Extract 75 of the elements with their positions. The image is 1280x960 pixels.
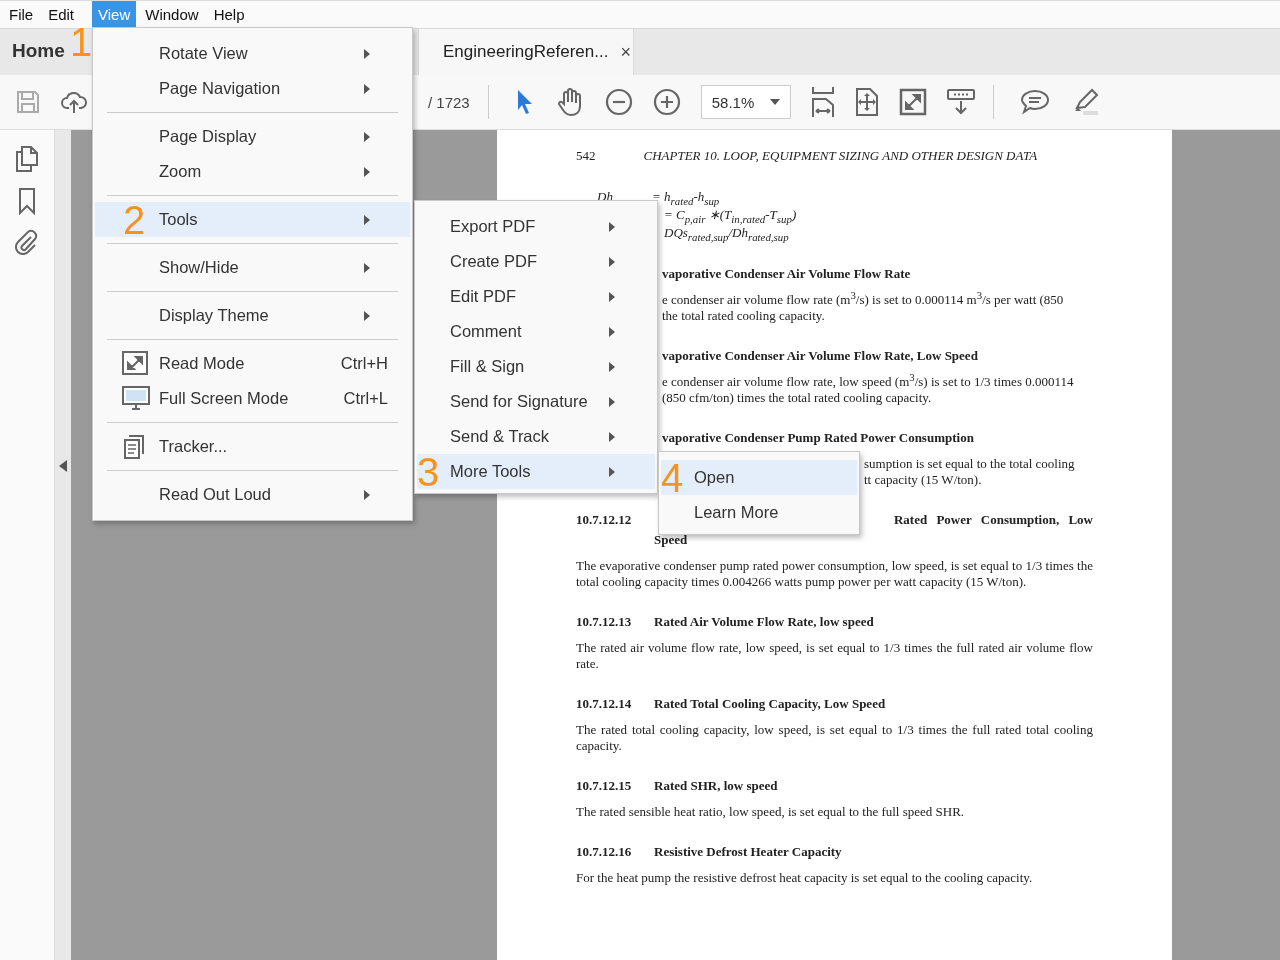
page-number: 542: [576, 148, 596, 164]
text-line: sumption is set equal to the total cooling: [864, 456, 1075, 471]
paragraph: The rated air volume flow rate, low speed, is set equal to 1/3 times the full rated air volume flow rate.: [576, 640, 1093, 672]
attachment-icon[interactable]: [14, 229, 40, 255]
equation-line: = h$_{rated}$-h$_{sup}$: [652, 188, 720, 206]
section-heading: 10.7.12.14 Rated Total Cooling Capacity, Low Speed: [576, 696, 887, 712]
zoom-in-icon[interactable]: [652, 88, 681, 116]
menu-item[interactable]: Page Display: [95, 119, 410, 154]
step-number: 3: [417, 454, 440, 490]
document-tab[interactable]: EngineeringReferen... ×: [418, 29, 634, 75]
menu-item[interactable]: Read Mode Ctrl+H: [95, 346, 410, 381]
pages-icon[interactable]: [15, 145, 39, 173]
dropdown-caret-icon: [769, 99, 780, 105]
zoom-out-icon[interactable]: [604, 88, 633, 116]
section-heading: vaporative Condenser Air Volume Flow Rate, Low Speed: [662, 348, 978, 363]
menu-item[interactable]: Create PDF: [417, 244, 655, 279]
read-mode-icon: [122, 351, 148, 375]
menu-item[interactable]: Read Out Loud: [95, 477, 410, 512]
menu-bar-item[interactable]: Help: [207, 1, 251, 28]
menu-item[interactable]: Full Screen Mode Ctrl+L: [95, 381, 410, 416]
menu-item[interactable]: Send for Signature: [417, 384, 655, 419]
bookmark-icon[interactable]: [18, 187, 36, 215]
text-line: e condenser air volume flow rate, low speed (m$^{3}$/s) is set to 1/3 times 0.000114: [662, 374, 1074, 389]
text-line: (850 cfm/ton) times the total rated cooling capacity.: [662, 390, 932, 405]
menu-bar-item[interactable]: File: [3, 1, 40, 28]
menu-item[interactable]: Zoom: [95, 154, 410, 189]
text-line: tt capacity (15 W/ton).: [864, 472, 982, 487]
menu-item[interactable]: Learn More: [661, 495, 857, 530]
menu-item[interactable]: 4 Open: [661, 460, 857, 495]
paragraph: The evaporative condenser pump rated power consumption, low speed, is set equal to 1/3 times the total cooling capacity times 0.004266 watts pump power per watt capacity (15 W/ton).: [576, 558, 1093, 590]
close-button[interactable]: ×: [620, 42, 631, 62]
shortcut-label: Ctrl+H: [340, 354, 388, 373]
menu-item[interactable]: Tracker...: [95, 429, 410, 464]
menu-item[interactable]: Rotate View: [95, 36, 410, 71]
section-heading: vaporative Condenser Pump Rated Power Consumption: [662, 430, 974, 445]
text-line: e condenser air volume flow rate (m$^{3}$/s) is set to 0.000114 m$^{3}$/s per watt (850: [662, 292, 1064, 307]
menu-item[interactable]: Show/Hide: [95, 250, 410, 285]
full-screen-icon[interactable]: [898, 88, 927, 116]
text-line: the total rated cooling capacity.: [662, 308, 825, 323]
section-number: 10.7.12.12: [576, 512, 632, 528]
shortcut-label: Ctrl+L: [343, 389, 388, 408]
step-number: 2: [123, 202, 146, 238]
section-heading: 10.7.12.15 Rated SHR, low speed: [576, 778, 779, 794]
running-head: CHAPTER 10. LOOP, EQUIPMENT SIZING AND OTHER DESIGN DATA: [643, 148, 1038, 164]
section-heading: Rated Power Consumption, Low: [893, 512, 1093, 528]
section-heading: Speed: [654, 532, 688, 547]
zoom-dropdown[interactable]: 58.1%: [700, 85, 791, 119]
paragraph: For the heat pump the resistive defrost heat capacity is set equal to the cooling capacity.: [576, 870, 1034, 886]
paragraph: The rated sensible heat ratio, low speed, is set equal to the full speed SHR.: [576, 804, 966, 820]
menu-bar-item[interactable]: Window: [139, 1, 205, 28]
section-heading: 10.7.12.16 Resistive Defrost Heater Capacity: [576, 844, 843, 860]
menu-item[interactable]: Display Theme: [95, 298, 410, 333]
cloud-upload-icon[interactable]: [61, 89, 87, 115]
equation-line: DQs$_{rated,sup}$/Dh$_{rated,sup}$: [664, 225, 789, 242]
equation-line: = C$_{p,air}$ ∗(T$_{in,rated}$-T$_{sup}$): [664, 207, 797, 224]
read-aloud-icon[interactable]: [946, 88, 975, 116]
menu-item[interactable]: Send & Track: [417, 419, 655, 454]
menu-item[interactable]: 2 Tools: [95, 202, 410, 237]
menu-item[interactable]: Page Navigation: [95, 71, 410, 106]
menu-item[interactable]: Comment: [417, 314, 655, 349]
section-heading: 10.7.12.13 Rated Air Volume Flow Rate, low speed: [576, 614, 875, 630]
fit-page-icon[interactable]: [854, 87, 879, 117]
collapse-arrow-icon[interactable]: [59, 460, 67, 472]
menu-item[interactable]: Edit PDF: [417, 279, 655, 314]
step-number: 4: [661, 460, 684, 496]
home-tab[interactable]: Home: [0, 29, 68, 75]
menu-item[interactable]: Fill & Sign: [417, 349, 655, 384]
section-heading: vaporative Condenser Air Volume Flow Rate: [662, 266, 911, 281]
page-count: / 1723: [428, 93, 470, 111]
menu-item[interactable]: Export PDF: [417, 209, 655, 244]
comment-icon[interactable]: [1019, 88, 1050, 116]
paragraph: The rated total cooling capacity, low speed, is set equal to 1/3 times the full rated total cooling capacity.: [576, 722, 1093, 754]
fit-width-icon[interactable]: [810, 87, 835, 117]
menu-item[interactable]: 3 More Tools: [417, 454, 655, 489]
monitor-icon: [122, 386, 150, 410]
